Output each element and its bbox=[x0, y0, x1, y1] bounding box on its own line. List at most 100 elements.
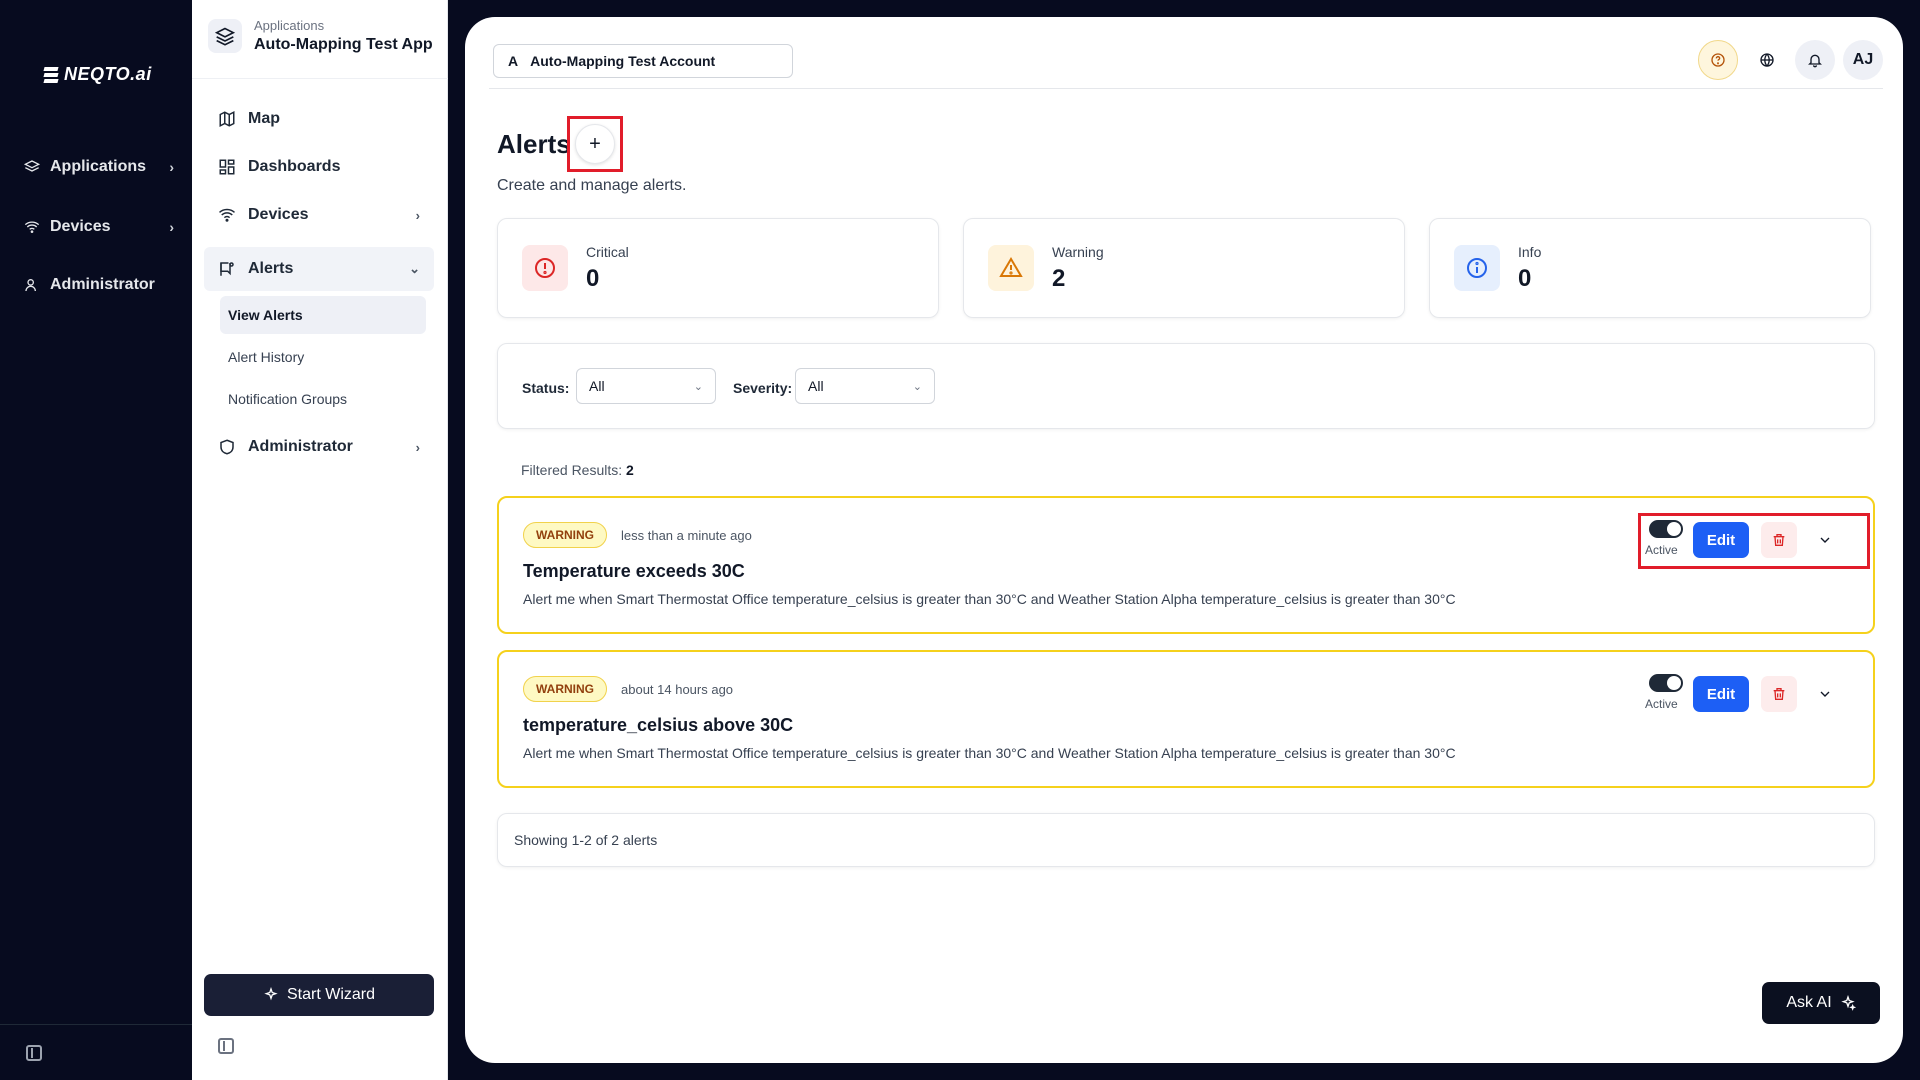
account-initial: A bbox=[508, 53, 519, 69]
bell-icon bbox=[1808, 54, 1822, 68]
help-icon bbox=[1711, 53, 1725, 67]
map-icon bbox=[219, 111, 235, 127]
highlight-box bbox=[567, 116, 623, 172]
sparkle-icon bbox=[1840, 995, 1856, 1011]
ask-ai-button[interactable]: Ask AI bbox=[1762, 982, 1880, 1024]
user-icon bbox=[25, 279, 36, 292]
pagination-summary: Showing 1-2 of 2 alerts bbox=[497, 813, 1875, 867]
alert-time: less than a minute ago bbox=[621, 528, 752, 543]
alert-card[interactable]: WARNING about 14 hours ago temperature_c… bbox=[497, 650, 1875, 788]
rail-item-label: Devices bbox=[50, 218, 111, 235]
shield-icon bbox=[220, 439, 234, 455]
severity-select[interactable]: All ⌄ bbox=[795, 368, 935, 404]
chevron-down-icon: ⌄ bbox=[409, 261, 420, 276]
layers-icon bbox=[208, 19, 242, 53]
severity-filter-label: Severity: bbox=[733, 380, 793, 396]
chevron-right-icon: › bbox=[169, 219, 174, 235]
brand-name: NEQTO.ai bbox=[64, 64, 152, 84]
notifications-button[interactable] bbox=[1795, 40, 1835, 80]
delete-button[interactable] bbox=[1761, 676, 1797, 712]
rail-item-label: Administrator bbox=[50, 276, 155, 293]
alert-title: Temperature exceeds 30C bbox=[523, 561, 745, 581]
chevron-right-icon: › bbox=[415, 207, 420, 223]
rail-footer bbox=[0, 1024, 192, 1080]
nav-label: Administrator bbox=[248, 438, 353, 455]
app-header[interactable]: Applications Auto-Mapping Test App bbox=[208, 18, 433, 54]
chevron-down-icon: ⌄ bbox=[693, 380, 703, 393]
app-name: Auto-Mapping Test App bbox=[254, 36, 433, 53]
main-panel: A Auto-Mapping Test Account AJ Alerts + … bbox=[465, 17, 1903, 1063]
globe-icon bbox=[1760, 53, 1774, 68]
help-button[interactable] bbox=[1698, 40, 1738, 80]
alert-circle-icon bbox=[522, 245, 568, 291]
language-button[interactable] bbox=[1747, 40, 1787, 80]
chevron-down-icon: ⌄ bbox=[912, 380, 922, 393]
user-avatar[interactable]: AJ bbox=[1843, 40, 1883, 80]
alert-time: about 14 hours ago bbox=[621, 682, 734, 697]
nav-label: Dashboards bbox=[248, 158, 341, 175]
collapse-rail-icon[interactable] bbox=[26, 1045, 42, 1061]
filters-panel: Status: All ⌄ Severity: All ⌄ bbox=[497, 343, 1875, 429]
nav-item-map[interactable]: Map bbox=[204, 99, 434, 139]
rail-item-devices[interactable]: Devices › bbox=[24, 218, 174, 236]
subnav-view-alerts[interactable]: View Alerts bbox=[220, 296, 426, 334]
edit-button[interactable]: Edit bbox=[1693, 676, 1749, 712]
active-toggle[interactable] bbox=[1649, 674, 1683, 692]
wifi-icon bbox=[219, 208, 235, 222]
alert-description: Alert me when Smart Thermostat Office te… bbox=[523, 745, 1456, 761]
primary-rail: NEQTO.ai Applications › Devices › Admini… bbox=[0, 0, 192, 1080]
stat-value: 0 bbox=[586, 265, 600, 292]
nav-item-administrator[interactable]: Administrator › bbox=[204, 427, 434, 467]
stat-card-warning: Warning 2 bbox=[963, 218, 1405, 318]
status-filter-label: Status: bbox=[522, 380, 570, 396]
chevron-right-icon: › bbox=[169, 159, 174, 175]
collapse-sidebar-icon[interactable] bbox=[218, 1038, 234, 1054]
start-wizard-button[interactable]: Start Wizard bbox=[204, 974, 434, 1016]
highlight-box bbox=[1638, 513, 1870, 569]
severity-badge: WARNING bbox=[523, 522, 607, 548]
subnav-alert-history[interactable]: Alert History bbox=[220, 338, 426, 376]
info-icon bbox=[1454, 245, 1500, 291]
wifi-icon bbox=[24, 221, 40, 233]
stat-card-critical: Critical 0 bbox=[497, 218, 939, 318]
brand-logo[interactable]: NEQTO.ai bbox=[43, 64, 152, 85]
status-select[interactable]: All ⌄ bbox=[576, 368, 716, 404]
account-selector[interactable]: A Auto-Mapping Test Account bbox=[493, 44, 793, 78]
ask-ai-label: Ask AI bbox=[1786, 994, 1832, 1011]
rail-item-label: Applications bbox=[50, 158, 147, 175]
account-name: Auto-Mapping Test Account bbox=[530, 53, 716, 69]
expand-button[interactable] bbox=[1809, 678, 1841, 710]
nav-item-devices[interactable]: Devices › bbox=[204, 195, 434, 235]
nav-label: Devices bbox=[248, 206, 309, 223]
severity-select-value: All bbox=[808, 378, 824, 394]
divider bbox=[489, 88, 1883, 89]
nav-item-dashboards[interactable]: Dashboards bbox=[204, 147, 434, 187]
layers-icon bbox=[24, 160, 40, 172]
stat-label: Critical bbox=[586, 244, 629, 260]
nav-item-alerts[interactable]: Alerts ⌄ bbox=[204, 247, 434, 291]
alert-flag-icon bbox=[220, 262, 234, 276]
app-sidebar: Applications Auto-Mapping Test App Map D… bbox=[192, 0, 448, 1080]
nav-label: Map bbox=[248, 110, 280, 127]
stat-value: 0 bbox=[1518, 265, 1532, 292]
filtered-results: Filtered Results: 2 bbox=[521, 462, 634, 478]
alert-description: Alert me when Smart Thermostat Office te… bbox=[523, 591, 1456, 607]
divider bbox=[192, 78, 448, 79]
warning-triangle-icon bbox=[988, 245, 1034, 291]
stat-label: Warning bbox=[1052, 244, 1104, 260]
app-kicker: Applications bbox=[254, 18, 325, 33]
severity-badge: WARNING bbox=[523, 676, 607, 702]
dashboard-icon bbox=[219, 159, 235, 175]
filtered-results-label: Filtered Results: bbox=[521, 462, 623, 478]
stat-value: 2 bbox=[1052, 265, 1066, 292]
trash-icon bbox=[1773, 688, 1785, 700]
stat-card-info: Info 0 bbox=[1429, 218, 1871, 318]
chevron-right-icon: › bbox=[415, 439, 420, 455]
stat-label: Info bbox=[1518, 244, 1542, 260]
subnav-notification-groups[interactable]: Notification Groups bbox=[220, 380, 426, 418]
nav-label: Alerts bbox=[248, 260, 294, 277]
status-select-value: All bbox=[589, 378, 605, 394]
rail-item-administrator[interactable]: Administrator bbox=[24, 276, 174, 294]
rail-item-applications[interactable]: Applications › bbox=[24, 158, 174, 176]
alert-title: temperature_celsius above 30C bbox=[523, 715, 794, 735]
